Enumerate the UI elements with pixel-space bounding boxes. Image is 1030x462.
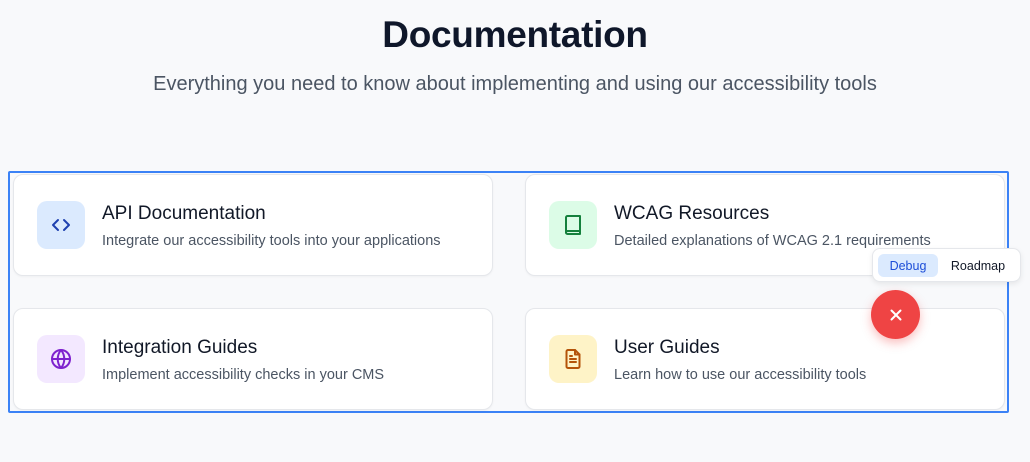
card-description: Implement accessibility checks in your C… [102,367,385,383]
card-api-documentation[interactable]: API Documentation Integrate our accessib… [13,174,493,276]
book-icon [549,201,597,249]
card-title: Integration Guides [102,337,258,358]
page-subtitle: Everything you need to know about implem… [153,73,877,95]
card-title: WCAG Resources [614,203,770,224]
card-description: Integrate our accessibility tools into y… [102,233,441,249]
close-icon [890,309,901,320]
close-fab-button[interactable] [871,290,920,339]
documentation-page: Documentation Everything you need to kno… [0,0,1030,462]
page-title: Documentation [382,14,648,55]
globe-icon [37,335,85,383]
card-user-guides[interactable]: User Guides Learn how to use our accessi… [525,308,1005,410]
debug-button[interactable]: Debug [878,254,938,277]
card-integration-guides[interactable]: Integration Guides Implement accessibili… [13,308,493,410]
roadmap-button[interactable]: Roadmap [943,254,1013,277]
code-icon [37,201,85,249]
card-title: API Documentation [102,203,266,224]
file-text-icon [549,335,597,383]
card-description: Learn how to use our accessibility tools [614,367,867,383]
card-description: Detailed explanations of WCAG 2.1 requir… [614,233,931,249]
debug-toolbar: Debug Roadmap [872,248,1021,282]
card-title: User Guides [614,337,720,358]
